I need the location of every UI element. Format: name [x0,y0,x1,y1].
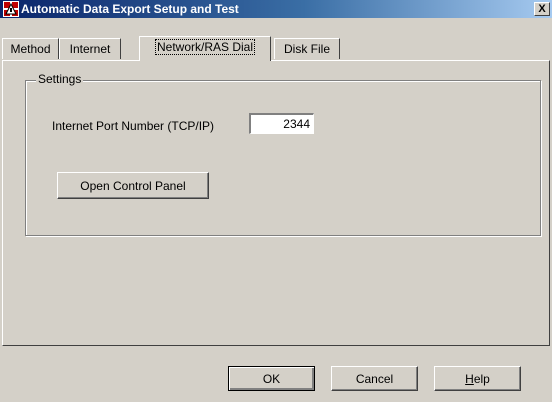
app-icon [3,1,19,17]
tab-label: Internet [69,42,111,56]
settings-group-label: Settings [36,72,84,86]
open-control-panel-button[interactable]: Open Control Panel [57,172,209,199]
tab-internet[interactable]: Internet [59,38,121,59]
close-button[interactable]: X [534,2,550,16]
tab-method[interactable]: Method [2,38,59,59]
cancel-button[interactable]: Cancel [331,366,418,391]
tab-disk-file[interactable]: Disk File [274,38,340,59]
close-icon: X [538,2,546,15]
title-bar[interactable]: Automatic Data Export Setup and Test X [0,0,552,18]
settings-groupbox [25,80,541,236]
dialog-window: Automatic Data Export Setup and Test X M… [0,0,552,402]
window-title: Automatic Data Export Setup and Test [21,2,239,16]
tab-network-ras-dial[interactable]: Network/RAS Dial [139,36,271,61]
tab-label: Network/RAS Dial [154,39,256,55]
help-button[interactable]: Help [434,366,521,391]
port-number-input[interactable] [249,113,314,134]
port-number-label: Internet Port Number (TCP/IP) [52,119,215,133]
ok-button[interactable]: OK [228,366,315,391]
help-accelerator: H [465,371,474,386]
help-label-rest: elp [473,371,490,386]
tab-label: Disk File [283,42,330,56]
tab-label: Method [10,42,51,56]
